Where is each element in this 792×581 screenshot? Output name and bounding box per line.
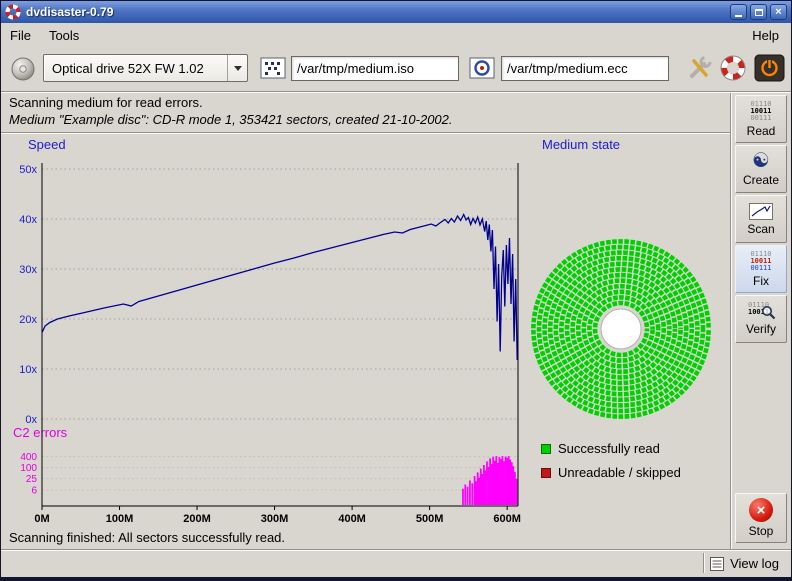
legend-label-unreadable: Unreadable / skipped (558, 465, 681, 480)
menubar: File Tools Help (1, 23, 791, 47)
yin-yang-icon: ☯ (752, 151, 770, 171)
create-button[interactable]: ☯ Create (735, 145, 787, 193)
svg-text:400: 400 (20, 452, 37, 463)
medium-info-text: Medium "Example disc": CD-R mode 1, 3534… (9, 112, 453, 127)
toolbar-separator (1, 91, 791, 93)
about-button[interactable] (719, 54, 747, 82)
legend-swatch-success (541, 444, 551, 454)
status-separator (1, 132, 731, 134)
window-controls: × (730, 4, 787, 20)
scan-label: Scan (747, 222, 774, 236)
stop-icon: × (749, 498, 773, 522)
fix-label: Fix (753, 274, 769, 288)
close-icon: × (775, 7, 781, 18)
footer-grip (703, 553, 705, 573)
combo-arrow-zone (227, 55, 247, 81)
svg-text:40x: 40x (19, 214, 37, 226)
magnifier-icon (761, 305, 776, 320)
svg-text:400M: 400M (338, 513, 366, 525)
scan-status-text: Scanning medium for read errors. (9, 95, 203, 110)
verify-icon: 01110 10011 (746, 302, 776, 320)
legend-swatch-unreadable (541, 468, 551, 478)
minimize-icon (735, 15, 742, 17)
svg-text:50x: 50x (19, 164, 37, 176)
drive-select-combobox[interactable]: Optical drive 52X FW 1.02 (43, 54, 248, 82)
footer-separator (1, 549, 791, 551)
medium-state-title: Medium state (542, 137, 620, 152)
svg-text:600M: 600M (493, 513, 521, 525)
verify-button[interactable]: 01110 10011 Verify (735, 295, 787, 343)
stop-label: Stop (749, 524, 774, 538)
power-icon (754, 54, 785, 82)
stop-button[interactable]: × Stop (735, 493, 787, 543)
legend-label-success: Successfully read (558, 441, 660, 456)
view-log-button[interactable]: View log (706, 553, 783, 574)
speed-chart-title: Speed (28, 137, 66, 152)
create-label: Create (743, 173, 779, 187)
iso-file-icon (260, 56, 286, 80)
svg-text:30x: 30x (19, 264, 37, 276)
svg-text:200M: 200M (183, 513, 211, 525)
drive-icon (9, 55, 37, 83)
read-icon: 01110 10011 00111 (750, 101, 771, 122)
titlebar: dvdisaster-0.79 × (1, 1, 791, 23)
svg-text:300M: 300M (261, 513, 289, 525)
preferences-button[interactable] (685, 54, 713, 82)
legend-item-read: Successfully read (541, 441, 660, 456)
finish-status-text: Scanning finished: All sectors successfu… (9, 530, 285, 545)
minimize-button[interactable] (730, 4, 747, 20)
ecc-file-icon (469, 56, 495, 80)
menu-file[interactable]: File (1, 25, 40, 46)
verify-label: Verify (746, 322, 776, 336)
speed-chart: 0x 10x 20x 30x 40x 50x 625100400 0M 100M 200M 300M… (1, 153, 531, 531)
svg-text:100M: 100M (106, 513, 134, 525)
wrench-icon (685, 54, 713, 82)
maximize-icon (755, 9, 763, 16)
svg-text:25: 25 (26, 474, 38, 485)
chevron-down-icon (234, 66, 242, 71)
log-icon (710, 557, 724, 571)
svg-text:6: 6 (31, 486, 37, 497)
app-icon (5, 4, 21, 20)
read-button[interactable]: 01110 10011 00111 Read (735, 95, 787, 143)
menu-tools[interactable]: Tools (40, 25, 88, 46)
fix-icon: 01110 10011 00111 (750, 251, 771, 272)
iso-path-input[interactable] (291, 56, 459, 81)
svg-text:20x: 20x (19, 314, 37, 326)
close-button[interactable]: × (770, 4, 787, 20)
svg-text:10x: 10x (19, 364, 37, 376)
sidebar-separator (730, 93, 732, 549)
menu-help[interactable]: Help (740, 25, 791, 46)
window-title: dvdisaster-0.79 (26, 5, 113, 19)
quit-button[interactable] (754, 54, 785, 82)
drive-selected-value: Optical drive 52X FW 1.02 (44, 61, 227, 76)
dvdisaster-window: dvdisaster-0.79 × File Tools Help Optica… (0, 0, 792, 581)
legend-item-unreadable: Unreadable / skipped (541, 465, 681, 480)
maximize-button[interactable] (750, 4, 767, 20)
ecc-path-input[interactable] (501, 56, 669, 81)
medium-state-disc (531, 231, 719, 423)
scan-button[interactable]: Scan (735, 195, 787, 243)
view-log-label: View log (730, 556, 779, 571)
fix-button[interactable]: 01110 10011 00111 Fix (735, 245, 787, 293)
scan-chart-icon (749, 203, 773, 220)
svg-text:100: 100 (20, 463, 37, 474)
svg-text:500M: 500M (416, 513, 444, 525)
lifebuoy-icon (719, 54, 747, 82)
drive-icon-button[interactable] (9, 55, 37, 83)
svg-text:0x: 0x (25, 414, 37, 426)
svg-text:0M: 0M (34, 513, 49, 525)
read-label: Read (747, 124, 776, 138)
